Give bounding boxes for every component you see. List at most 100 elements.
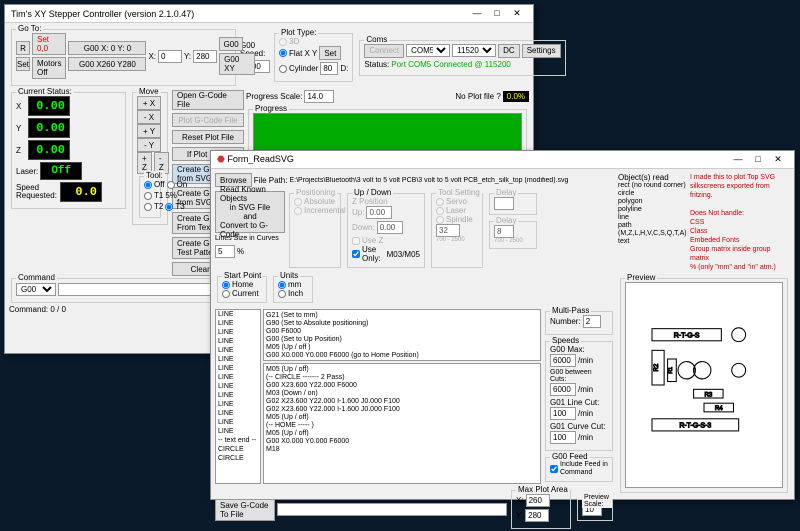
- plot-set-button[interactable]: Set: [319, 46, 341, 60]
- move-legend: Move: [137, 87, 161, 96]
- delay-legend: Delay: [494, 188, 518, 197]
- progscale-label: Progress Scale:: [246, 92, 302, 101]
- preview-canvas: R-T-G-S R2 R1 R3 R4 R-T-G-S-3: [625, 282, 783, 488]
- sz: Z: [16, 146, 26, 155]
- mp-legend: Multi-Pass: [550, 306, 591, 315]
- note5: Embeded Fonts: [690, 236, 790, 245]
- tool-on-radio[interactable]: [167, 181, 175, 189]
- status-label: Status:: [364, 60, 389, 69]
- gcode-output-2[interactable]: M05 (Up / off)(-- CIRCLE ------- 2 Pass)…: [263, 363, 541, 484]
- updown-legend: Up / Down: [352, 188, 393, 197]
- include-feed-check[interactable]: [550, 465, 558, 473]
- plot-flat-label: Flat X Y: [289, 49, 317, 58]
- note4: Class: [690, 227, 790, 236]
- read-svg-button[interactable]: Read Known Objectsin SVG FileandConvert …: [215, 191, 285, 233]
- open-gcode-button[interactable]: Open G-Code File: [172, 90, 244, 110]
- lines-input[interactable]: [215, 245, 235, 258]
- plot-flat-radio[interactable]: [279, 49, 287, 57]
- g00xy-button[interactable]: G00 XY: [219, 53, 255, 75]
- g01curve-input[interactable]: [550, 431, 576, 444]
- svg-min-icon[interactable]: —: [728, 154, 748, 164]
- svg-close-icon[interactable]: ✕: [768, 154, 788, 165]
- gcode-output-1[interactable]: G21 (Set to mm)G90 (Set to Absolute posi…: [263, 309, 541, 361]
- px-button[interactable]: + X: [137, 96, 161, 110]
- svg-text:R1: R1: [668, 367, 674, 374]
- t1-radio[interactable]: [144, 192, 152, 200]
- svg-text:R-T-G-S-3: R-T-G-S-3: [679, 422, 711, 429]
- settings-button[interactable]: Settings: [522, 44, 561, 58]
- plot-3d-radio: [279, 38, 287, 46]
- cyl-input[interactable]: [320, 62, 338, 75]
- sx: X: [16, 102, 26, 111]
- tool-legend: Tool:: [144, 171, 165, 180]
- g00-button[interactable]: G00: [219, 37, 243, 51]
- g01line-input[interactable]: [550, 407, 576, 420]
- z-led: 0.00: [28, 140, 70, 160]
- set-button-small[interactable]: Set: [16, 57, 30, 71]
- t2-radio[interactable]: [144, 203, 152, 211]
- connect-button[interactable]: Connect: [364, 44, 404, 58]
- current-radio[interactable]: [222, 290, 230, 298]
- pos-legend: Positioning: [294, 188, 337, 197]
- max-icon[interactable]: □: [487, 8, 507, 18]
- baud-select[interactable]: 115200: [452, 44, 496, 57]
- area-y-input[interactable]: [525, 509, 549, 522]
- my-button[interactable]: - Y: [137, 138, 161, 152]
- dc-button[interactable]: DC: [498, 44, 520, 58]
- mp-input[interactable]: [583, 315, 601, 328]
- svg-text:R3: R3: [704, 392, 712, 398]
- coms-legend: Coms: [364, 35, 389, 44]
- useonly-check[interactable]: [352, 250, 360, 258]
- sy: Y: [16, 124, 26, 133]
- plot-cyl-label: Cylinder: [289, 64, 318, 73]
- psc-legend: Preview Scale:: [582, 494, 612, 508]
- note1: I made this to plot Top SVG silkscreens …: [690, 173, 790, 200]
- abs-radio: [294, 198, 302, 206]
- home-radio[interactable]: [222, 281, 230, 289]
- note3: CSS: [690, 218, 790, 227]
- start-legend: Start Point: [222, 271, 263, 280]
- plot-3d-label: 3D: [289, 37, 299, 46]
- between-input[interactable]: [550, 383, 576, 396]
- mx-button[interactable]: - X: [137, 110, 161, 124]
- svg-max-icon[interactable]: □: [748, 154, 768, 164]
- mm-radio[interactable]: [278, 281, 286, 289]
- cmd-select[interactable]: G00: [16, 283, 56, 296]
- x-input[interactable]: [158, 50, 182, 63]
- cmd-legend: Command: [16, 273, 57, 282]
- min-icon[interactable]: —: [467, 8, 487, 18]
- close-icon[interactable]: ✕: [507, 8, 527, 19]
- save-path-input[interactable]: [277, 503, 507, 516]
- main-title: Tim's XY Stepper Controller (version 2.1…: [11, 9, 194, 19]
- r-button[interactable]: R: [16, 41, 30, 55]
- svg-text:R-T-G-S: R-T-G-S: [674, 332, 700, 339]
- g00xy0-button[interactable]: G00 X: 0 Y: 0: [68, 41, 146, 55]
- motors-off-button[interactable]: Motors Off: [32, 57, 66, 79]
- t3-radio[interactable]: [165, 203, 173, 211]
- inc-radio: [294, 207, 302, 215]
- svg-title: ⬣ Form_ReadSVG: [217, 154, 294, 165]
- zpos-label: Z Position: [352, 197, 420, 206]
- y-led: 0.00: [28, 118, 70, 138]
- set00-button[interactable]: Set 0,0: [32, 33, 66, 55]
- g00max-input[interactable]: [550, 354, 576, 367]
- inch-radio[interactable]: [278, 290, 286, 298]
- progress-legend: Progress: [253, 104, 289, 113]
- shapes-list[interactable]: LINELINELINELINELINELINELINELINELINELINE…: [215, 309, 261, 484]
- speed-led: 0.0: [60, 182, 102, 202]
- y-input[interactable]: [193, 50, 217, 63]
- reset-plot-button[interactable]: Reset Plot File: [172, 130, 244, 144]
- area-x-input[interactable]: [526, 494, 550, 507]
- down-input: [377, 221, 403, 234]
- svg-text:R4: R4: [715, 406, 723, 412]
- plot-cyl-radio[interactable]: [279, 65, 287, 73]
- py-button[interactable]: + Y: [137, 124, 161, 138]
- area-legend: Max Plot Area: [516, 485, 570, 494]
- progscale-input[interactable]: [304, 90, 334, 103]
- note2: Does Not handle:: [690, 209, 790, 218]
- g00x260-button[interactable]: G00 X260 Y280: [68, 57, 146, 71]
- y-label: Y:: [184, 52, 191, 61]
- tool-off-radio[interactable]: [144, 181, 152, 189]
- speedreq-label: Speed Requested:: [16, 184, 58, 200]
- com-select[interactable]: COM5: [406, 44, 450, 57]
